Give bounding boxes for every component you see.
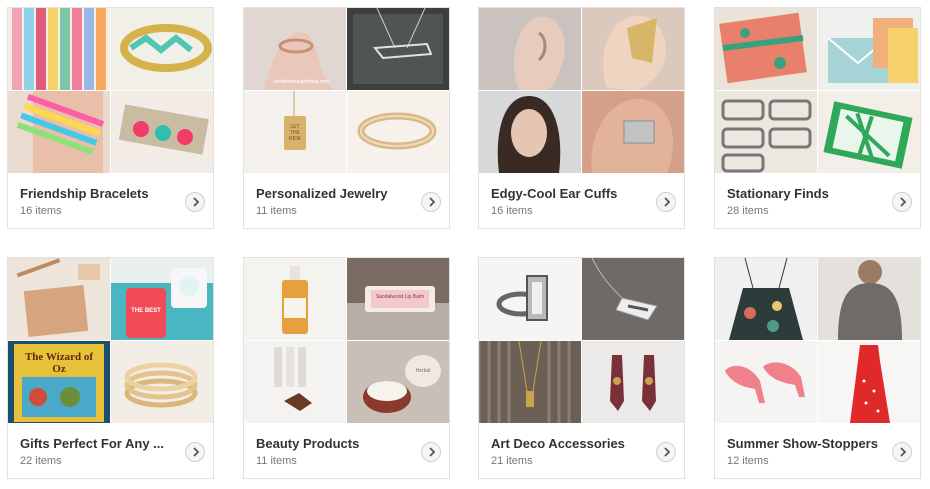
tin-label: Herbal bbox=[415, 368, 431, 374]
thumbnail-image bbox=[244, 258, 346, 340]
collection-title[interactable]: Edgy-Cool Ear Cuffs bbox=[491, 186, 651, 201]
thumbnail-image bbox=[8, 8, 110, 90]
thumbnail-grid[interactable] bbox=[715, 258, 920, 423]
chevron-right-icon[interactable] bbox=[656, 192, 676, 212]
collection-title[interactable]: Friendship Bracelets bbox=[20, 186, 180, 201]
collection-title[interactable]: Personalized Jewelry bbox=[256, 186, 416, 201]
thumbnail-image bbox=[582, 341, 684, 423]
collection-title[interactable]: Art Deco Accessories bbox=[491, 436, 651, 451]
thumbnail-grid[interactable] bbox=[8, 8, 213, 173]
thumbnail-grid[interactable] bbox=[479, 258, 684, 423]
thumbnail-image bbox=[111, 8, 213, 90]
collection-title[interactable]: Beauty Products bbox=[256, 436, 416, 451]
thumbnail-image bbox=[715, 8, 817, 90]
chevron-right-icon[interactable] bbox=[421, 442, 441, 462]
thumbnail-image bbox=[479, 258, 581, 340]
collection-card[interactable]: Sandalwood Lip Balm Herbal Beauty Produc… bbox=[243, 257, 450, 479]
thumbnail-image bbox=[582, 8, 684, 90]
thumbnail-image bbox=[715, 341, 817, 423]
collection-title[interactable]: Stationary Finds bbox=[727, 186, 887, 201]
thumbnail-image bbox=[244, 341, 346, 423]
item-count: 11 items bbox=[256, 455, 297, 467]
thumbnail-image bbox=[111, 91, 213, 173]
thumbnail-image bbox=[8, 258, 110, 340]
thumbnail-image: theafterthoughtshop.com bbox=[244, 8, 346, 90]
thumbnail-image bbox=[818, 341, 920, 423]
thumbnail-image: Sandalwood Lip Balm bbox=[347, 258, 449, 340]
thumbnail-image bbox=[347, 8, 449, 90]
thumbnail-image bbox=[8, 91, 110, 173]
thumbnail-image bbox=[818, 8, 920, 90]
thumbnail-image bbox=[818, 91, 920, 173]
item-count: 16 items bbox=[491, 205, 533, 217]
chevron-right-icon[interactable] bbox=[421, 192, 441, 212]
collection-card[interactable]: Friendship Bracelets 16 items bbox=[7, 7, 214, 229]
chevron-right-icon[interactable] bbox=[892, 442, 912, 462]
collection-title[interactable]: Summer Show-Stoppers bbox=[727, 436, 887, 451]
collection-card[interactable]: theafterthoughtshop.com LET THE RIDE Per… bbox=[243, 7, 450, 229]
item-count: 28 items bbox=[727, 205, 769, 217]
balm-label: Sandalwood Lip Balm bbox=[375, 294, 425, 300]
thumbnail-grid[interactable]: Sandalwood Lip Balm Herbal bbox=[244, 258, 449, 423]
pendant-text: LET THE RIDE bbox=[289, 124, 301, 142]
watermark-text: theafterthoughtshop.com bbox=[274, 79, 330, 85]
thumbnail-image: LET THE RIDE bbox=[244, 91, 346, 173]
thumbnail-image bbox=[715, 91, 817, 173]
collection-card[interactable]: THE BEST The Wizard of Oz Gifts Perfect … bbox=[7, 257, 214, 479]
collection-card[interactable]: Edgy-Cool Ear Cuffs 16 items bbox=[478, 7, 685, 229]
chevron-right-icon[interactable] bbox=[185, 442, 205, 462]
chevron-right-icon[interactable] bbox=[656, 442, 676, 462]
collection-card[interactable]: Summer Show-Stoppers 12 items bbox=[714, 257, 921, 479]
thumbnail-image bbox=[347, 91, 449, 173]
thumbnail-image: Herbal bbox=[347, 341, 449, 423]
item-count: 22 items bbox=[20, 455, 62, 467]
collection-card[interactable]: Stationary Finds 28 items bbox=[714, 7, 921, 229]
item-count: 12 items bbox=[727, 455, 769, 467]
thumbnail-image bbox=[818, 258, 920, 340]
thumbnail-image: The Wizard of Oz bbox=[8, 341, 110, 423]
thumbnail-grid[interactable] bbox=[479, 8, 684, 173]
thumbnail-image bbox=[479, 341, 581, 423]
book-title: The Wizard of Oz bbox=[24, 351, 94, 375]
thumbnail-image bbox=[582, 91, 684, 173]
item-count: 21 items bbox=[491, 455, 533, 467]
collection-title[interactable]: Gifts Perfect For Any ... bbox=[20, 436, 180, 451]
thumbnail-image bbox=[111, 341, 213, 423]
chevron-right-icon[interactable] bbox=[185, 192, 205, 212]
thumbnail-grid[interactable]: theafterthoughtshop.com LET THE RIDE bbox=[244, 8, 449, 173]
thumbnail-image bbox=[479, 91, 581, 173]
thumbnail-image bbox=[479, 8, 581, 90]
thumbnail-image: THE BEST bbox=[111, 258, 213, 340]
item-count: 16 items bbox=[20, 205, 62, 217]
mug-text: THE BEST bbox=[131, 308, 161, 314]
thumbnail-grid[interactable]: THE BEST The Wizard of Oz bbox=[8, 258, 213, 423]
item-count: 11 items bbox=[256, 205, 297, 217]
chevron-right-icon[interactable] bbox=[892, 192, 912, 212]
thumbnail-image bbox=[715, 258, 817, 340]
thumbnail-image bbox=[582, 258, 684, 340]
collection-card[interactable]: Art Deco Accessories 21 items bbox=[478, 257, 685, 479]
thumbnail-grid[interactable] bbox=[715, 8, 920, 173]
